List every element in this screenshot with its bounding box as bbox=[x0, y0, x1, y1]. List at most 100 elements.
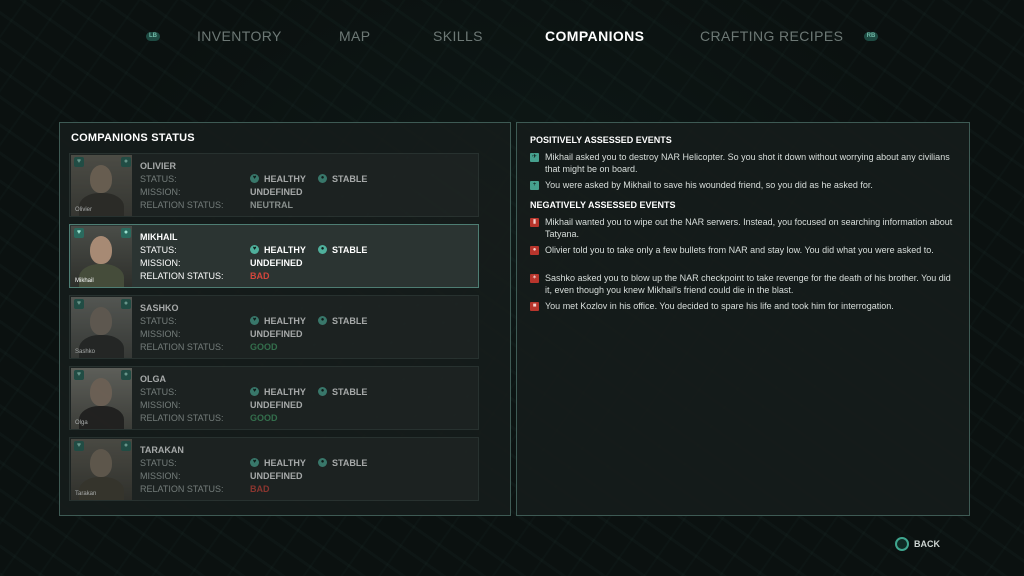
event-text: You met Kozlov in his office. You decide… bbox=[545, 301, 894, 311]
tab-map[interactable]: MAP bbox=[339, 28, 371, 44]
portrait-name: Tarakan bbox=[75, 491, 97, 497]
stable-text: STABLE bbox=[332, 245, 368, 255]
negative-event: ■ You met Kozlov in his office. You deci… bbox=[530, 301, 958, 313]
top-navigation: LB INVENTORY MAP SKILLS COMPANIONS CRAFT… bbox=[0, 26, 1024, 48]
status-label: STATUS: bbox=[140, 174, 177, 184]
companion-name: MIKHAIL bbox=[140, 232, 178, 242]
mission-value: UNDEFINED bbox=[250, 471, 303, 481]
portrait-name: Mikhail bbox=[75, 278, 94, 284]
status-indicators: ♥ HEALTHY ● STABLE bbox=[250, 387, 450, 397]
companion-portrait: ♥ ● Sashko bbox=[71, 297, 132, 358]
event-text: Sashko asked you to blow up the NAR chec… bbox=[545, 273, 951, 295]
relation-label: RELATION STATUS: bbox=[140, 413, 224, 423]
relation-label: RELATION STATUS: bbox=[140, 200, 224, 210]
rb-button-icon[interactable]: RB bbox=[864, 32, 878, 41]
negative-event: ● Olivier told you to take only a few bu… bbox=[530, 245, 958, 257]
explosion-icon: ✶ bbox=[530, 274, 539, 283]
mission-label: MISSION: bbox=[140, 400, 181, 410]
person-icon: ■ bbox=[530, 302, 539, 311]
status-indicators: ♥ HEALTHY ● STABLE bbox=[250, 245, 450, 255]
lb-button-icon[interactable]: LB bbox=[146, 32, 160, 41]
b-button-icon bbox=[895, 537, 909, 551]
brain-icon: ● bbox=[121, 299, 131, 309]
brain-icon: ● bbox=[318, 387, 327, 396]
status-indicators: ♥ HEALTHY ● STABLE bbox=[250, 316, 450, 326]
medkit-icon: + bbox=[530, 181, 539, 190]
positive-event: ✈ Mikhail asked you to destroy NAR Helic… bbox=[530, 152, 958, 175]
companion-portrait: ♥ ● Olga bbox=[71, 368, 132, 429]
status-label: STATUS: bbox=[140, 387, 177, 397]
status-indicators: ♥ HEALTHY ● STABLE bbox=[250, 458, 450, 468]
relation-value: NEUTRAL bbox=[250, 200, 293, 210]
healthy-text: HEALTHY bbox=[264, 387, 306, 397]
companions-status-panel: COMPANIONS STATUS ♥ ● Olivier OLIVIER ST… bbox=[59, 122, 511, 516]
portrait-name: Olga bbox=[75, 420, 88, 426]
brain-icon: ● bbox=[318, 174, 327, 183]
companion-card-olga[interactable]: ♥ ● Olga OLGA STATUS: MISSION: RELATION … bbox=[69, 366, 479, 430]
event-text: Mikhail wanted you to wipe out the NAR s… bbox=[545, 217, 953, 239]
tab-inventory[interactable]: INVENTORY bbox=[197, 28, 282, 44]
negative-event: ▮ Mikhail wanted you to wipe out the NAR… bbox=[530, 217, 958, 240]
stable-text: STABLE bbox=[332, 174, 368, 184]
negative-event: ✶ Sashko asked you to blow up the NAR ch… bbox=[530, 273, 958, 296]
negative-events-title: NEGATIVELY ASSESSED EVENTS bbox=[530, 200, 676, 210]
companion-name: SASHKO bbox=[140, 303, 179, 313]
brain-icon: ● bbox=[121, 157, 131, 167]
relation-value: BAD bbox=[250, 484, 270, 494]
relation-label: RELATION STATUS: bbox=[140, 271, 224, 281]
companion-name: TARAKAN bbox=[140, 445, 184, 455]
tab-skills[interactable]: SKILLS bbox=[433, 28, 483, 44]
mission-value: UNDEFINED bbox=[250, 187, 303, 197]
portrait-name: Sashko bbox=[75, 349, 96, 355]
heart-icon: ♥ bbox=[74, 441, 84, 451]
status-label: STATUS: bbox=[140, 316, 177, 326]
heart-icon: ♥ bbox=[250, 387, 259, 396]
bullet-icon: ● bbox=[530, 246, 539, 255]
companion-card-olivier[interactable]: ♥ ● Olivier OLIVIER STATUS: MISSION: REL… bbox=[69, 153, 479, 217]
heart-icon: ♥ bbox=[74, 370, 84, 380]
status-indicators: ♥ HEALTHY ● STABLE bbox=[250, 174, 450, 184]
tab-companions[interactable]: COMPANIONS bbox=[545, 28, 644, 44]
mission-value: UNDEFINED bbox=[250, 258, 303, 268]
brain-icon: ● bbox=[121, 370, 131, 380]
brain-icon: ● bbox=[318, 245, 327, 254]
mission-label: MISSION: bbox=[140, 187, 181, 197]
companion-name: OLIVIER bbox=[140, 161, 177, 171]
relation-label: RELATION STATUS: bbox=[140, 342, 224, 352]
healthy-text: HEALTHY bbox=[264, 245, 306, 255]
back-label: BACK bbox=[914, 539, 940, 549]
companion-card-tarakan[interactable]: ♥ ● Tarakan TARAKAN STATUS: MISSION: REL… bbox=[69, 437, 479, 501]
companion-portrait: ♥ ● Tarakan bbox=[71, 439, 132, 500]
relation-value: GOOD bbox=[250, 413, 278, 423]
heart-icon: ♥ bbox=[250, 458, 259, 467]
server-icon: ▮ bbox=[530, 218, 539, 227]
heart-icon: ♥ bbox=[74, 228, 84, 238]
healthy-text: HEALTHY bbox=[264, 174, 306, 184]
heart-icon: ♥ bbox=[250, 245, 259, 254]
companion-portrait: ♥ ● Mikhail bbox=[71, 226, 132, 287]
relation-value: BAD bbox=[250, 271, 270, 281]
event-text: You were asked by Mikhail to save his wo… bbox=[545, 180, 873, 190]
event-text: Mikhail asked you to destroy NAR Helicop… bbox=[545, 152, 950, 174]
relation-value: GOOD bbox=[250, 342, 278, 352]
stable-text: STABLE bbox=[332, 316, 368, 326]
brain-icon: ● bbox=[318, 316, 327, 325]
companion-card-mikhail[interactable]: ♥ ● Mikhail MIKHAIL STATUS: MISSION: REL… bbox=[69, 224, 479, 288]
mission-value: UNDEFINED bbox=[250, 329, 303, 339]
heart-icon: ♥ bbox=[74, 299, 84, 309]
heart-icon: ♥ bbox=[250, 174, 259, 183]
portrait-name: Olivier bbox=[75, 207, 93, 213]
companion-card-sashko[interactable]: ♥ ● Sashko SASHKO STATUS: MISSION: RELAT… bbox=[69, 295, 479, 359]
companion-portrait: ♥ ● Olivier bbox=[71, 155, 132, 216]
panel-title: COMPANIONS STATUS bbox=[71, 132, 195, 144]
stable-text: STABLE bbox=[332, 458, 368, 468]
stable-text: STABLE bbox=[332, 387, 368, 397]
mission-label: MISSION: bbox=[140, 258, 181, 268]
heart-icon: ♥ bbox=[250, 316, 259, 325]
tab-crafting-recipes[interactable]: CRAFTING RECIPES bbox=[700, 28, 843, 44]
brain-icon: ● bbox=[318, 458, 327, 467]
brain-icon: ● bbox=[121, 441, 131, 451]
status-label: STATUS: bbox=[140, 458, 177, 468]
event-text: Olivier told you to take only a few bull… bbox=[545, 245, 934, 255]
healthy-text: HEALTHY bbox=[264, 458, 306, 468]
